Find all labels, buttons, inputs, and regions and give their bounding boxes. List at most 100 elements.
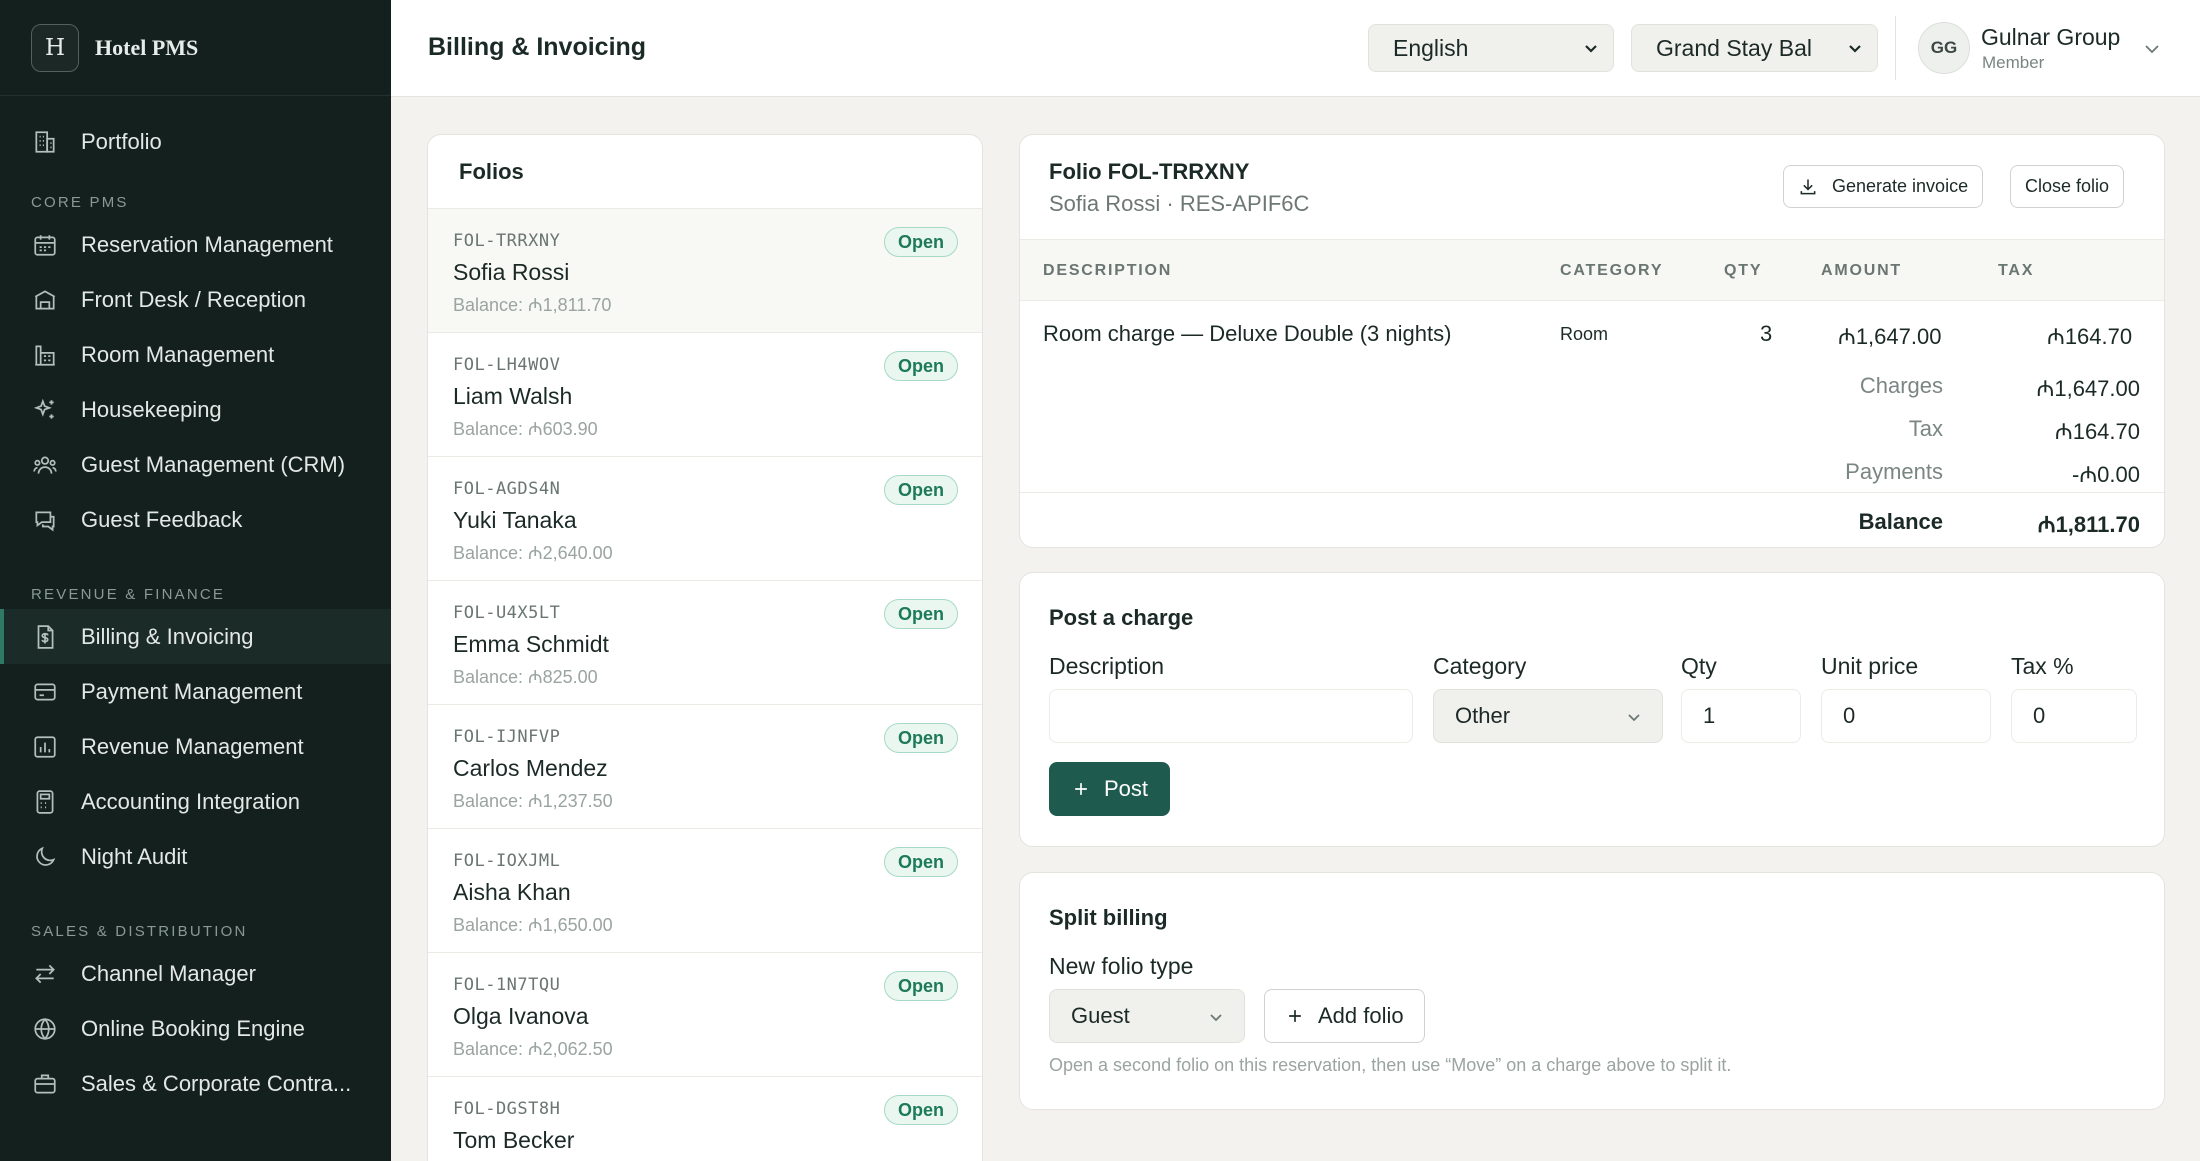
folio-guest-name: Olga Ivanova: [453, 1003, 589, 1029]
sidebar-item-guest-feedback[interactable]: Guest Feedback: [0, 492, 391, 547]
charge-tax: ₼164.70: [2047, 324, 2133, 349]
post-charge-title: Post a charge: [1049, 605, 1194, 630]
user-role: Member: [1982, 53, 2045, 72]
sidebar-item-label: Night Audit: [81, 843, 188, 869]
folio-guest-name: Carlos Mendez: [453, 755, 608, 781]
users-icon: [31, 451, 59, 479]
folio-balance: Balance: ₼1,237.50: [453, 791, 613, 811]
sidebar-item-label: Accounting Integration: [81, 788, 300, 814]
sidebar-item-label: Front Desk / Reception: [81, 286, 306, 312]
sidebar-item-night-audit[interactable]: Night Audit: [0, 829, 391, 884]
add-folio-button[interactable]: Add folio: [1264, 989, 1425, 1043]
post-button[interactable]: Post: [1049, 762, 1171, 816]
download-icon: [1800, 179, 1816, 194]
brand[interactable]: H Hotel PMS: [0, 0, 391, 96]
folio-list-item[interactable]: FOL-AGDS4N Open Yuki Tanaka Balance: ₼2,640…: [428, 457, 982, 581]
sidebar-item-label: Payment Management: [81, 678, 303, 704]
folio-code: FOL-IOXJML: [453, 851, 561, 871]
folio-type-select[interactable]: Guest: [1049, 989, 1245, 1043]
folio-balance: Balance: ₼1,811.70: [453, 295, 612, 315]
qty-input[interactable]: 1: [1681, 689, 1801, 743]
sidebar-item-channel-manager[interactable]: Channel Manager: [0, 946, 391, 1001]
description-input[interactable]: [1049, 689, 1413, 743]
close-folio-button[interactable]: Close folio: [2010, 165, 2125, 208]
status-badge: Open: [883, 723, 958, 753]
status-badge: Open: [883, 351, 958, 381]
category-select[interactable]: Other: [1433, 689, 1663, 743]
folio-type-value: Guest: [1071, 1003, 1130, 1028]
folio-list-item[interactable]: FOL-1N7TQU Open Olga Ivanova Balance: ₼2,06…: [428, 953, 982, 1077]
sidebar-item-sales-corporate[interactable]: Sales & Corporate Contra...: [0, 1056, 391, 1111]
sidebar-item-label: Guest Feedback: [81, 506, 243, 532]
folio-guest-name: Liam Walsh: [453, 383, 573, 409]
generate-invoice-label: Generate invoice: [1832, 176, 1969, 196]
col-tax: TAX: [1998, 262, 2035, 279]
folios-panel: Folios FOL-TRRXNY Open Sofia Rossi Balance:…: [427, 134, 983, 1161]
section-core-pms: CORE PMS: [31, 194, 129, 211]
chevron-down-icon: [1585, 45, 1597, 53]
payments-value: -₼0.00: [2072, 462, 2140, 487]
sidebar-item-label: Guest Management (CRM): [81, 451, 346, 477]
unit-price-input[interactable]: 0: [1821, 689, 1991, 743]
folios-title: Folios: [428, 135, 982, 209]
hotel-icon: [31, 341, 59, 369]
folio-list-item[interactable]: FOL-DGST8H Open Tom Becker: [428, 1077, 982, 1161]
qty-label: Qty: [1681, 653, 1717, 679]
header-divider: [1895, 16, 1896, 80]
folio-guest-name: Sofia Rossi: [453, 259, 570, 285]
tax-value: ₼164.70: [2054, 419, 2140, 444]
sidebar-item-guest-management[interactable]: Guest Management (CRM): [0, 437, 391, 492]
chevron-down-icon[interactable]: [2143, 40, 2161, 58]
tax-percent-input[interactable]: 0: [2011, 689, 2137, 743]
folio-code: FOL-LH4WOV: [453, 355, 561, 375]
section-revenue-finance: REVENUE & FINANCE: [31, 586, 226, 603]
charge-description: Room charge — Deluxe Double (3 nights): [1043, 321, 1452, 346]
property-select-value: Grand Stay Bal: [1656, 34, 1812, 61]
sidebar-item-revenue-management[interactable]: Revenue Management: [0, 719, 391, 774]
balance-value: ₼1,811.70: [2037, 512, 2140, 537]
brand-name: Hotel PMS: [95, 34, 199, 60]
folio-guest-name: Aisha Khan: [453, 879, 571, 905]
language-select[interactable]: English: [1368, 24, 1614, 72]
sidebar-item-label: Revenue Management: [81, 733, 304, 759]
sidebar-item-label: Sales & Corporate Contra...: [81, 1070, 352, 1096]
folio-list-item[interactable]: FOL-LH4WOV Open Liam Walsh Balance: ₼603.90: [428, 333, 982, 457]
folio-balance: Balance: ₼2,640.00: [453, 543, 613, 563]
sidebar-item-label: Portfolio: [81, 128, 162, 154]
card-icon: [31, 678, 59, 706]
charge-qty: 3: [1760, 321, 1773, 346]
sidebar-item-billing-invoicing[interactable]: Billing & Invoicing: [0, 609, 391, 664]
chevron-down-icon: [1628, 714, 1640, 722]
generate-invoice-button[interactable]: Generate invoice: [1783, 165, 1984, 208]
sidebar-item-label: Channel Manager: [81, 960, 256, 986]
building-icon: [31, 128, 59, 156]
charges-table-header: DESCRIPTION CATEGORY QTY AMOUNT TAX: [1020, 239, 2164, 301]
folio-title: Folio FOL-TRRXNY: [1049, 159, 1250, 184]
sidebar-item-front-desk[interactable]: Front Desk / Reception: [0, 272, 391, 327]
user-name[interactable]: Gulnar Group: [1981, 24, 2120, 51]
sidebar-item-accounting-integration[interactable]: Accounting Integration: [0, 774, 391, 829]
folio-list: FOL-TRRXNY Open Sofia Rossi Balance: ₼1,811…: [428, 209, 982, 1161]
sidebar-item-housekeeping[interactable]: Housekeeping: [0, 382, 391, 437]
sidebar-item-online-booking-engine[interactable]: Online Booking Engine: [0, 1001, 391, 1056]
sidebar-item-room-management[interactable]: Room Management: [0, 327, 391, 382]
sidebar-item-reservation-management[interactable]: Reservation Management: [0, 217, 391, 272]
folio-guest-name: Emma Schmidt: [453, 631, 609, 657]
folio-list-item[interactable]: FOL-TRRXNY Open Sofia Rossi Balance: ₼1,811…: [428, 209, 982, 333]
folio-list-item[interactable]: FOL-IOXJML Open Aisha Khan Balance: ₼1,650.…: [428, 829, 982, 953]
sidebar-item-label: Room Management: [81, 341, 275, 367]
sidebar-item-portfolio[interactable]: Portfolio: [0, 114, 391, 169]
sidebar-item-payment-management[interactable]: Payment Management: [0, 664, 391, 719]
folio-balance: Balance: ₼603.90: [453, 419, 598, 439]
unit-price-label: Unit price: [1821, 653, 1919, 679]
split-billing-hint: Open a second folio on this reservation,…: [1049, 1055, 1732, 1075]
charges-value: ₼1,647.00: [2036, 376, 2140, 401]
property-select[interactable]: Grand Stay Bal: [1631, 24, 1878, 72]
sidebar-nav: Portfolio CORE PMS Reservation Managemen…: [0, 96, 391, 1111]
folio-code: FOL-TRRXNY: [453, 231, 561, 251]
folio-list-item[interactable]: FOL-IJNFVP Open Carlos Mendez Balance: ₼1,2…: [428, 705, 982, 829]
folio-code: FOL-DGST8H: [453, 1099, 561, 1119]
sidebar-item-label: Housekeeping: [81, 396, 222, 422]
folio-list-item[interactable]: FOL-U4X5LT Open Emma Schmidt Balance: ₼825.…: [428, 581, 982, 705]
avatar[interactable]: GG: [1918, 22, 1970, 74]
